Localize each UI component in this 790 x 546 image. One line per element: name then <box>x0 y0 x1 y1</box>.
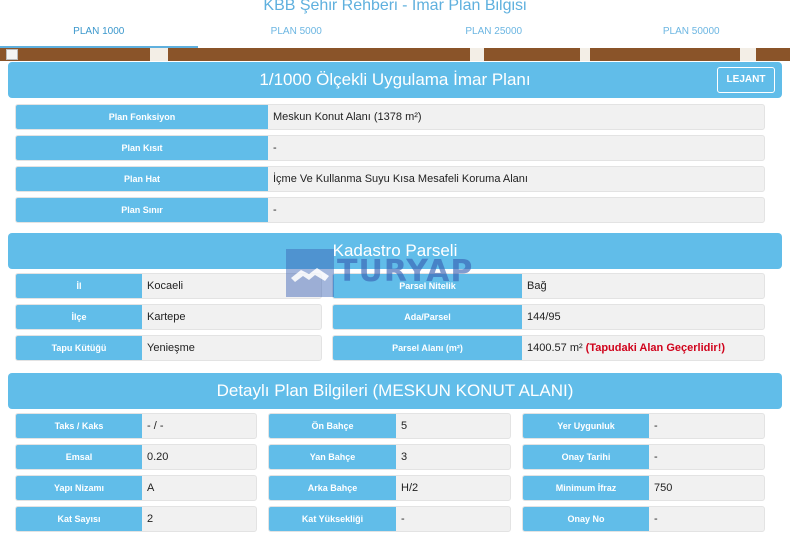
row-value: 0.20 <box>147 451 169 463</box>
row-label: Kat Yüksekliği <box>269 507 396 531</box>
row-label: Yapı Nizamı <box>16 476 142 500</box>
map-road <box>740 48 756 61</box>
row-value: - <box>654 420 658 432</box>
plan-sinir-row: Plan Sınır - <box>15 197 765 223</box>
row-value: - <box>273 142 277 154</box>
plan-section-header: 1/1000 Ölçekli Uygulama İmar Planı LEJAN… <box>8 62 782 98</box>
row-label: Yan Bahçe <box>269 445 396 469</box>
detail-section-header: Detaylı Plan Bilgileri (MESKUN KONUT ALA… <box>8 373 782 409</box>
row-label: Plan Fonksiyon <box>16 105 268 129</box>
row-label: Taks / Kaks <box>16 414 142 438</box>
yan-bahce-row: Yan Bahçe 3 <box>268 444 511 470</box>
row-value: A <box>147 482 155 494</box>
onay-no-row: Onay No - <box>522 506 765 532</box>
row-value: H/2 <box>401 482 419 494</box>
row-value: - <box>401 513 405 525</box>
handshake-icon <box>286 249 334 297</box>
map-image <box>0 48 790 61</box>
tab-plan-5000[interactable]: PLAN 5000 <box>198 20 396 48</box>
row-value: 144/95 <box>527 311 561 323</box>
page-title: KBB Şehir Rehberi - İmar Plan Bilgisi <box>263 0 527 14</box>
yapi-nizami-row: Yapı Nizamı A <box>15 475 257 501</box>
plan-hat-row: Plan Hat İçme Ve Kullanma Suyu Kısa Mesa… <box>15 166 765 192</box>
row-label: Minimum İfraz <box>523 476 649 500</box>
on-bahce-row: Ön Bahçe 5 <box>268 413 511 439</box>
row-label: İl <box>16 274 142 298</box>
minimum-ifraz-row: Minimum İfraz 750 <box>522 475 765 501</box>
plan-section-title: 1/1000 Ölçekli Uygulama İmar Planı <box>259 70 531 89</box>
row-label: Onay Tarihi <box>523 445 649 469</box>
row-value: 1400.57 m² (Tapudaki Alan Geçerlidir!) <box>522 336 764 360</box>
row-value: - <box>654 451 658 463</box>
plan-tabs: PLAN 1000 PLAN 5000 PLAN 25000 PLAN 5000… <box>0 20 790 48</box>
onay-tarihi-row: Onay Tarihi - <box>522 444 765 470</box>
row-label: Parsel Alanı (m²) <box>333 336 522 360</box>
row-value: 750 <box>654 482 673 494</box>
parsel-alani-row: Parsel Alanı (m²) 1400.57 m² (Tapudaki A… <box>332 335 765 361</box>
emsal-row: Emsal 0.20 <box>15 444 257 470</box>
row-label: Yer Uygunluk <box>523 414 649 438</box>
taks-kaks-row: Taks / Kaks - / - <box>15 413 257 439</box>
tab-plan-1000[interactable]: PLAN 1000 <box>0 20 198 48</box>
row-value: 5 <box>401 420 408 432</box>
row-value: 3 <box>401 451 408 463</box>
row-value: - / - <box>147 420 164 432</box>
row-label: Emsal <box>16 445 142 469</box>
row-value: İçme Ve Kullanma Suyu Kısa Mesafeli Koru… <box>273 173 528 185</box>
arka-bahce-row: Arka Bahçe H/2 <box>268 475 511 501</box>
plan-kisit-row: Plan Kısıt - <box>15 135 765 161</box>
row-label: Ada/Parsel <box>333 305 522 329</box>
row-label: Onay No <box>523 507 649 531</box>
watermark-text: TURYAP <box>337 254 474 289</box>
tapu-kutugu-row: Tapu Kütüğü Yenieşme <box>15 335 322 361</box>
tab-plan-50000[interactable]: PLAN 50000 <box>593 20 790 48</box>
row-value: Bağ <box>527 280 547 292</box>
ada-parsel-row: Ada/Parsel 144/95 <box>332 304 765 330</box>
row-value: Yenieşme <box>147 342 195 354</box>
yer-uygunluk-row: Yer Uygunluk - <box>522 413 765 439</box>
row-label: Kat Sayısı <box>16 507 142 531</box>
row-label: Arka Bahçe <box>269 476 396 500</box>
row-value: - <box>273 204 277 216</box>
broken-image-icon <box>6 49 18 60</box>
area-warning-note: (Tapudaki Alan Geçerlidir!) <box>585 342 726 354</box>
row-label: Plan Hat <box>16 167 268 191</box>
row-label: Tapu Kütüğü <box>16 336 142 360</box>
plan-fonksiyon-row: Plan Fonksiyon Meskun Konut Alanı (1378 … <box>15 104 765 130</box>
row-label: Plan Kısıt <box>16 136 268 160</box>
detail-section-title: Detaylı Plan Bilgileri (MESKUN KONUT ALA… <box>216 381 574 400</box>
map-road <box>470 48 484 61</box>
row-value: - <box>654 513 658 525</box>
row-label: Plan Sınır <box>16 198 268 222</box>
map-road <box>580 48 590 61</box>
kat-sayisi-row: Kat Sayısı 2 <box>15 506 257 532</box>
turyap-watermark: TURYAP <box>285 248 515 298</box>
map-road <box>150 48 168 61</box>
area-value: 1400.57 m² <box>527 342 583 354</box>
row-label: Ön Bahçe <box>269 414 396 438</box>
ilce-row: İlçe Kartepe <box>15 304 322 330</box>
row-label: İlçe <box>16 305 142 329</box>
il-row: İl Kocaeli <box>15 273 322 299</box>
row-value: Kartepe <box>147 311 186 323</box>
row-value: 2 <box>147 513 154 525</box>
legend-button[interactable]: LEJANT <box>717 67 775 93</box>
kat-yuksekligi-row: Kat Yüksekliği - <box>268 506 511 532</box>
tab-plan-25000[interactable]: PLAN 25000 <box>395 20 593 48</box>
row-value: Meskun Konut Alanı (1378 m²) <box>273 111 422 123</box>
